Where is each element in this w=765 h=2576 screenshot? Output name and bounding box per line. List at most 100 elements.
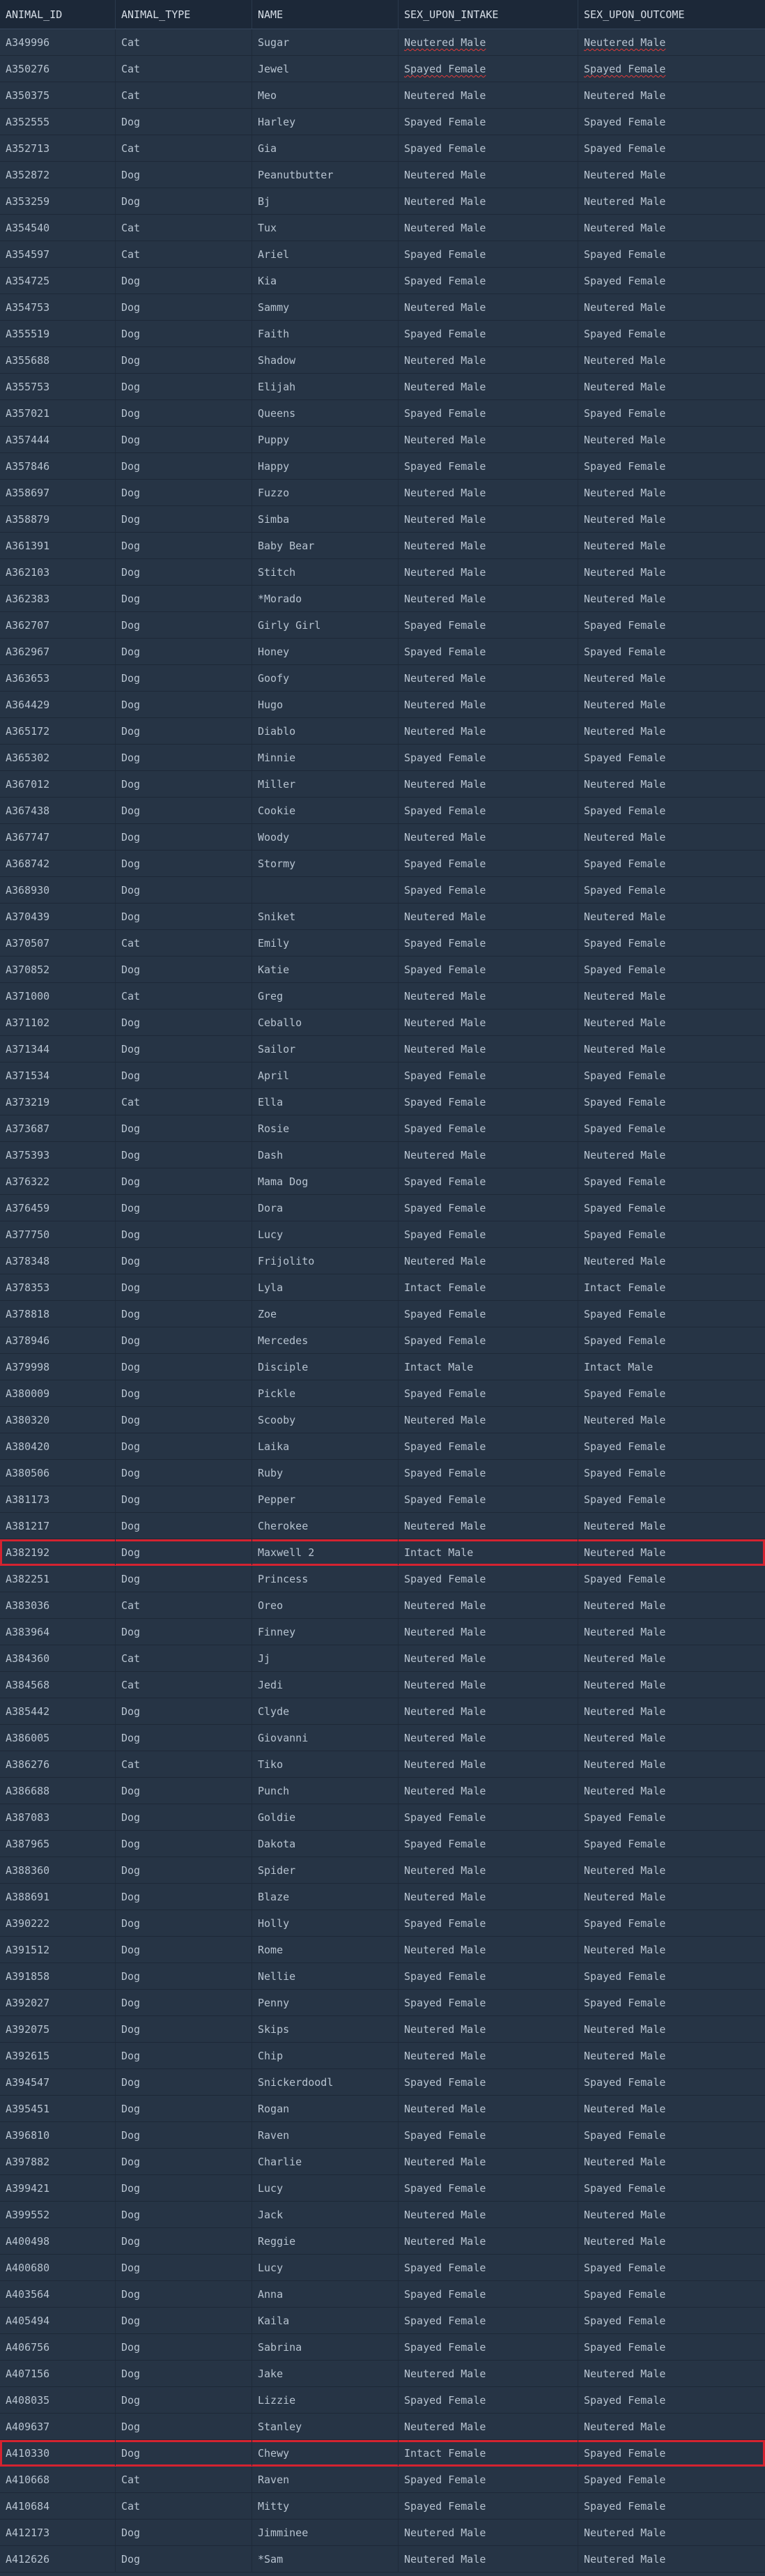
cell-animal-type[interactable]: Dog	[116, 1221, 252, 1247]
cell-sex-upon-outcome[interactable]: Neutered Male	[578, 82, 765, 108]
cell-name[interactable]: Penny	[252, 1990, 399, 2015]
cell-animal-id[interactable]: A410330	[0, 2440, 116, 2466]
cell-sex-upon-outcome[interactable]: Spayed Female	[578, 2175, 765, 2201]
cell-animal-type[interactable]: Dog	[116, 1168, 252, 1194]
table-row[interactable]: A373687 Dog Rosie Spayed Female Spayed Femal…	[0, 1115, 765, 1142]
cell-animal-id[interactable]: A355688	[0, 347, 116, 373]
cell-name[interactable]: Hugo	[252, 692, 399, 717]
cell-sex-upon-intake[interactable]: Spayed Female	[399, 1195, 578, 1221]
table-row[interactable]: A367012 Dog Miller Neutered Male Neutered Ma…	[0, 771, 765, 798]
cell-sex-upon-outcome[interactable]: Neutered Male	[578, 2228, 765, 2254]
cell-animal-type[interactable]: Dog	[116, 1937, 252, 1963]
cell-animal-id[interactable]: A354540	[0, 215, 116, 241]
cell-name[interactable]: Finney	[252, 1619, 399, 1645]
table-row[interactable]: A392615 Dog Chip Neutered Male Neutered Male	[0, 2043, 765, 2069]
cell-name[interactable]: Raven	[252, 2122, 399, 2148]
cell-sex-upon-outcome[interactable]: Neutered Male	[578, 427, 765, 452]
cell-name[interactable]: Happy	[252, 453, 399, 479]
table-row[interactable]: A378353 Dog Lyla Intact Female Intact Female	[0, 1274, 765, 1301]
table-row[interactable]: A350375 Cat Meo Neutered Male Neutered Male	[0, 82, 765, 109]
cell-sex-upon-outcome[interactable]: Neutered Male	[578, 2149, 765, 2174]
cell-sex-upon-outcome[interactable]: Spayed Female	[578, 2387, 765, 2413]
table-row[interactable]: A400680 Dog Lucy Spayed Female Spayed Female	[0, 2255, 765, 2281]
cell-animal-id[interactable]: A386688	[0, 1778, 116, 1804]
table-row[interactable]: A368930 Dog Spayed Female Spayed Female	[0, 877, 765, 904]
table-row[interactable]: A412626 Dog *Sam Neutered Male Neutered Male	[0, 2546, 765, 2573]
cell-sex-upon-intake[interactable]: Spayed Female	[399, 2493, 578, 2519]
table-row[interactable]: A388691 Dog Blaze Neutered Male Neutered Mal…	[0, 1884, 765, 1910]
cell-name[interactable]: Simba	[252, 506, 399, 532]
cell-animal-type[interactable]: Dog	[116, 1062, 252, 1088]
table-row[interactable]: A367438 Dog Cookie Spayed Female Spayed Fema…	[0, 798, 765, 824]
cell-sex-upon-intake[interactable]: Neutered Male	[399, 1248, 578, 1274]
cell-sex-upon-outcome[interactable]: Spayed Female	[578, 2440, 765, 2466]
table-row[interactable]: A350276 Cat Jewel Spayed Female Spayed Femal…	[0, 56, 765, 82]
table-row[interactable]: A367747 Dog Woody Neutered Male Neutered Mal…	[0, 824, 765, 851]
cell-sex-upon-intake[interactable]: Spayed Female	[399, 930, 578, 956]
cell-name[interactable]: Princess	[252, 1566, 399, 1592]
table-row[interactable]: A355688 Dog Shadow Neutered Male Neutered Ma…	[0, 347, 765, 374]
cell-name[interactable]: Mercedes	[252, 1327, 399, 1353]
cell-animal-id[interactable]: A352555	[0, 109, 116, 135]
cell-animal-type[interactable]: Dog	[116, 1460, 252, 1486]
table-row[interactable]: A353259 Dog Bj Neutered Male Neutered Male	[0, 188, 765, 215]
cell-name[interactable]: Bj	[252, 188, 399, 214]
cell-animal-type[interactable]: Dog	[116, 877, 252, 903]
cell-sex-upon-intake[interactable]: Neutered Male	[399, 2520, 578, 2545]
cell-animal-type[interactable]: Dog	[116, 1884, 252, 1910]
cell-animal-type[interactable]: Dog	[116, 480, 252, 505]
table-row[interactable]: A357444 Dog Puppy Neutered Male Neutered Mal…	[0, 427, 765, 453]
cell-animal-type[interactable]: Dog	[116, 268, 252, 294]
cell-sex-upon-outcome[interactable]: Spayed Female	[578, 2069, 765, 2095]
cell-sex-upon-outcome[interactable]: Spayed Female	[578, 639, 765, 664]
cell-sex-upon-intake[interactable]: Neutered Male	[399, 983, 578, 1009]
table-row[interactable]: A376459 Dog Dora Spayed Female Spayed Female	[0, 1195, 765, 1221]
table-row[interactable]: A358879 Dog Simba Neutered Male Neutered Mal…	[0, 506, 765, 533]
cell-name[interactable]: Punch	[252, 1778, 399, 1804]
cell-sex-upon-outcome[interactable]: Neutered Male	[578, 294, 765, 320]
table-row[interactable]: A381217 Dog Cherokee Neutered Male Neutered …	[0, 1513, 765, 1539]
table-row[interactable]: A407156 Dog Jake Neutered Male Neutered Male	[0, 2361, 765, 2387]
cell-sex-upon-outcome[interactable]: Spayed Female	[578, 2493, 765, 2519]
cell-name[interactable]: Miller	[252, 771, 399, 797]
cell-name[interactable]: Faith	[252, 321, 399, 346]
cell-name[interactable]: Dora	[252, 1195, 399, 1221]
cell-name[interactable]: Lyla	[252, 1274, 399, 1300]
cell-animal-id[interactable]: A392075	[0, 2016, 116, 2042]
cell-sex-upon-intake[interactable]: Neutered Male	[399, 188, 578, 214]
cell-animal-type[interactable]: Dog	[116, 771, 252, 797]
cell-sex-upon-intake[interactable]: Neutered Male	[399, 824, 578, 850]
cell-animal-id[interactable]: A355519	[0, 321, 116, 346]
cell-sex-upon-outcome[interactable]: Neutered Male	[578, 692, 765, 717]
cell-sex-upon-intake[interactable]: Spayed Female	[399, 2467, 578, 2492]
cell-sex-upon-outcome[interactable]: Spayed Female	[578, 1831, 765, 1857]
cell-name[interactable]: Sabrina	[252, 2334, 399, 2360]
cell-sex-upon-intake[interactable]: Neutered Male	[399, 1142, 578, 1168]
table-row[interactable]: A370507 Cat Emily Spayed Female Spayed Femal…	[0, 930, 765, 957]
cell-sex-upon-outcome[interactable]: Neutered Male	[578, 1751, 765, 1777]
table-row[interactable]: A380420 Dog Laika Spayed Female Spayed Femal…	[0, 1433, 765, 1460]
cell-animal-type[interactable]: Dog	[116, 1698, 252, 1724]
column-header-sex-upon-intake[interactable]: SEX_UPON_INTAKE	[399, 0, 578, 29]
cell-name[interactable]: Pepper	[252, 1486, 399, 1512]
cell-name[interactable]: Lucy	[252, 2255, 399, 2280]
cell-sex-upon-outcome[interactable]: Neutered Male	[578, 162, 765, 188]
cell-sex-upon-outcome[interactable]: Spayed Female	[578, 1195, 765, 1221]
column-header-animal-id[interactable]: ANIMAL_ID	[0, 0, 116, 29]
cell-sex-upon-intake[interactable]: Spayed Female	[399, 1990, 578, 2015]
cell-sex-upon-outcome[interactable]: Neutered Male	[578, 1884, 765, 1910]
table-row[interactable]: A380009 Dog Pickle Spayed Female Spayed Fema…	[0, 1380, 765, 1407]
table-row[interactable]: A357021 Dog Queens Spayed Female Spayed Fema…	[0, 400, 765, 427]
cell-name[interactable]: Stitch	[252, 559, 399, 585]
cell-animal-id[interactable]: A367747	[0, 824, 116, 850]
cell-animal-type[interactable]: Cat	[116, 1751, 252, 1777]
table-row[interactable]: A378946 Dog Mercedes Spayed Female Spayed Fe…	[0, 1327, 765, 1354]
cell-name[interactable]: Shadow	[252, 347, 399, 373]
cell-animal-id[interactable]: A386276	[0, 1751, 116, 1777]
cell-animal-id[interactable]: A381217	[0, 1513, 116, 1539]
cell-sex-upon-outcome[interactable]: Neutered Male	[578, 506, 765, 532]
cell-animal-id[interactable]: A408035	[0, 2387, 116, 2413]
cell-name[interactable]: Tux	[252, 215, 399, 241]
table-row[interactable]: A362707 Dog Girly Girl Spayed Female Spayed …	[0, 612, 765, 639]
table-row[interactable]: A371102 Dog Ceballo Neutered Male Neutered M…	[0, 1009, 765, 1036]
